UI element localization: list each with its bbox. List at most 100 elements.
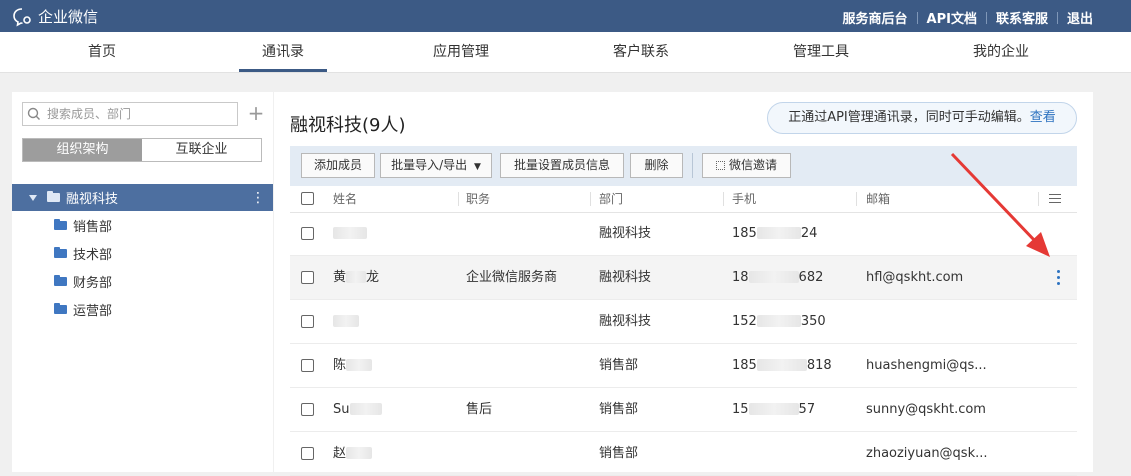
tab-app-management[interactable]: 应用管理 — [416, 32, 506, 72]
tab-contacts[interactable]: 通讯录 — [239, 32, 327, 72]
header-links: 服务商后台 API文档 联系客服 退出 — [843, 8, 1093, 27]
folder-icon — [54, 275, 67, 286]
member-email: zhaoziyuan@qsk... — [866, 446, 988, 461]
tab-my-company[interactable]: 我的企业 — [956, 32, 1046, 72]
app-name: 企业微信 — [38, 8, 99, 26]
tree-item-finance[interactable]: 财务部 — [54, 272, 112, 291]
col-position[interactable]: 职务 — [466, 186, 490, 212]
main-nav: 首页 通讯录 应用管理 客户联系 管理工具 我的企业 — [0, 32, 1131, 73]
folder-icon — [54, 303, 67, 314]
member-department: 销售部 — [599, 446, 639, 461]
member-name: 陈 — [333, 344, 373, 387]
link-api-docs[interactable]: API文档 — [927, 8, 977, 27]
column-divider — [856, 192, 857, 206]
row-checkbox[interactable] — [301, 315, 314, 328]
table-row[interactable]: 融视科技 152 350 — [290, 300, 1077, 344]
table-row[interactable]: 赵 销售部 zhaoziyuan@qsk... — [290, 432, 1077, 476]
row-checkbox[interactable] — [301, 227, 314, 240]
member-name: Su — [333, 388, 382, 431]
wechat-invite-button[interactable]: 微信邀请 — [702, 153, 791, 178]
add-member-button[interactable]: 添加成员 — [301, 153, 375, 178]
col-phone[interactable]: 手机 — [732, 186, 756, 212]
member-email: sunny@qskht.com — [866, 402, 986, 417]
tree-root-company[interactable]: 融视科技 ⋮ — [12, 184, 273, 211]
member-phone: 152 350 — [732, 314, 826, 329]
org-segment-control: 组织架构 互联企业 — [22, 138, 262, 162]
delete-button[interactable]: 删除 — [630, 153, 683, 178]
tree-item-label: 财务部 — [73, 276, 113, 291]
app-logo[interactable]: 企业微信 — [12, 6, 98, 27]
add-department-button[interactable]: + — [246, 102, 266, 126]
link-service-admin[interactable]: 服务商后台 — [843, 8, 908, 27]
toolbar-divider — [692, 153, 693, 178]
table-row[interactable]: 融视科技 185 24 — [290, 212, 1077, 256]
segment-org-structure[interactable]: 组织架构 — [23, 139, 142, 161]
row-checkbox[interactable] — [301, 359, 314, 372]
redacted-mask — [756, 359, 807, 371]
caret-down-icon: ▼ — [473, 162, 481, 172]
org-sidebar: + 组织架构 互联企业 融视科技 ⋮ 销售部 技术部 财务部 运营部 — [12, 92, 273, 472]
col-department[interactable]: 部门 — [599, 186, 623, 212]
import-export-label: 批量导入/导出 — [391, 158, 468, 172]
caret-down-icon[interactable] — [28, 194, 38, 202]
tree-item-operations[interactable]: 运营部 — [54, 300, 112, 319]
member-name: 黄龙 — [333, 270, 380, 285]
redacted-mask — [748, 403, 799, 415]
table-header: 姓名 职务 部门 手机 邮箱 — [290, 186, 1077, 213]
column-divider — [723, 192, 724, 206]
member-department: 销售部 — [599, 358, 639, 373]
member-phone: 185 24 — [732, 226, 818, 241]
table-row[interactable]: Su 售后 销售部 15 57 sunny@qskht.com — [290, 388, 1077, 432]
select-all-checkbox[interactable] — [301, 192, 314, 205]
search-icon — [27, 107, 40, 120]
tree-root-menu-icon[interactable]: ⋮ — [251, 190, 265, 206]
redacted-mask — [756, 227, 801, 239]
column-divider — [590, 192, 591, 206]
member-phone: 18 682 — [732, 270, 824, 285]
segment-linked-companies[interactable]: 互联企业 — [142, 139, 261, 161]
header-divider — [1056, 11, 1058, 24]
tree-item-sales[interactable]: 销售部 — [54, 216, 112, 235]
tab-management-tools[interactable]: 管理工具 — [776, 32, 866, 72]
tree-item-label: 运营部 — [73, 304, 113, 319]
link-logout[interactable]: 退出 — [1067, 8, 1093, 27]
folder-icon — [54, 247, 67, 258]
member-search-box[interactable] — [22, 102, 238, 126]
logo-chat-icon — [13, 7, 31, 27]
tab-home[interactable]: 首页 — [62, 32, 142, 72]
header-divider — [916, 11, 918, 24]
search-input[interactable] — [45, 106, 229, 122]
tree-item-label: 技术部 — [73, 248, 113, 263]
grid-icon — [715, 161, 725, 170]
link-support[interactable]: 联系客服 — [996, 8, 1048, 27]
member-phone: 185 818 — [732, 358, 832, 373]
member-phone: 15 57 — [732, 402, 816, 417]
row-checkbox[interactable] — [301, 271, 314, 284]
more-vertical-icon[interactable] — [1057, 270, 1061, 288]
member-name — [333, 300, 359, 343]
member-department: 销售部 — [599, 402, 639, 417]
api-notice-text: 正通过API管理通讯录，同时可手动编辑。 — [788, 110, 1030, 125]
col-name[interactable]: 姓名 — [333, 186, 357, 212]
member-department: 融视科技 — [599, 226, 652, 241]
tree-root-label: 融视科技 — [66, 192, 119, 207]
folder-icon — [47, 191, 60, 202]
redacted-mask — [349, 403, 382, 415]
column-settings-icon[interactable] — [1049, 194, 1061, 203]
redacted-mask — [346, 271, 367, 283]
row-checkbox[interactable] — [301, 447, 314, 460]
member-name: 赵 — [333, 432, 373, 475]
header-divider — [985, 11, 987, 24]
column-divider — [458, 192, 459, 206]
folder-icon — [54, 219, 67, 230]
api-notice-link[interactable]: 查看 — [1030, 110, 1056, 125]
col-email[interactable]: 邮箱 — [866, 186, 890, 212]
table-row[interactable]: 陈 销售部 185 818 huashengmi@qs... — [290, 344, 1077, 388]
tree-item-tech[interactable]: 技术部 — [54, 244, 112, 263]
tab-customer-contact[interactable]: 客户联系 — [596, 32, 686, 72]
import-export-button[interactable]: 批量导入/导出 ▼ — [380, 153, 492, 178]
batch-set-button[interactable]: 批量设置成员信息 — [500, 153, 624, 178]
row-checkbox[interactable] — [301, 403, 314, 416]
redacted-mask — [333, 315, 359, 327]
table-row[interactable]: 黄龙 企业微信服务商 融视科技 18 682 hfl@qskht.com — [290, 256, 1077, 300]
